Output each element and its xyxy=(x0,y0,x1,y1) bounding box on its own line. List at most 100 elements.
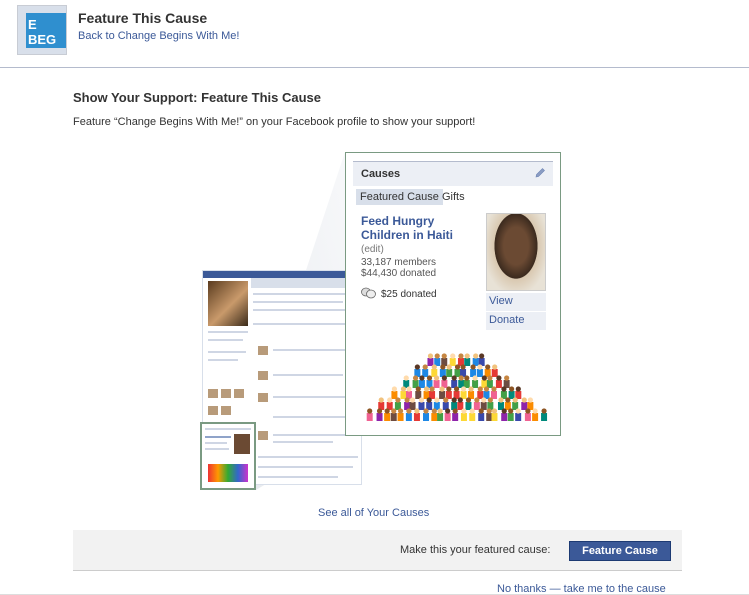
crowd-figure-head xyxy=(521,397,527,403)
crowd-figure-head xyxy=(441,353,447,359)
preview-line xyxy=(273,374,343,376)
crowd-figure-head xyxy=(384,408,390,414)
crowd-figure-head xyxy=(460,364,466,370)
crowd-figure-head xyxy=(404,397,410,403)
crowd-figure-body xyxy=(449,358,456,366)
crowd-figure-head xyxy=(512,397,518,403)
cause-name-link[interactable]: Feed Hungry Children in Haiti xyxy=(361,214,479,242)
crowd-figure-head xyxy=(376,408,383,414)
crowd-figure-head xyxy=(431,408,437,414)
crowd-figure-head xyxy=(477,386,483,392)
crowd-figure-head xyxy=(423,408,429,414)
crowd-figure-body xyxy=(439,391,446,399)
preview-line xyxy=(258,466,353,468)
crowd-figure-head xyxy=(491,408,498,414)
preview-line xyxy=(208,331,248,333)
crowd-figure-head xyxy=(498,397,504,403)
preview-line xyxy=(258,456,358,458)
crowd-figure-head xyxy=(473,353,479,359)
preview-line xyxy=(208,339,243,341)
crowd-figure-head xyxy=(486,408,492,414)
preview-thumb xyxy=(208,464,248,482)
crowd-figure-body xyxy=(507,413,514,421)
crowd-figure-head xyxy=(458,375,464,381)
donate-link[interactable]: Donate xyxy=(486,312,546,331)
edit-link[interactable]: (edit) xyxy=(361,244,384,255)
preview-thumb xyxy=(208,389,218,398)
crowd-figure-head xyxy=(509,386,515,392)
crowd-figure-body xyxy=(501,413,508,421)
see-all-causes-link[interactable]: See all of Your Causes xyxy=(318,507,429,519)
preview-line xyxy=(205,442,227,444)
crowd-figure-head xyxy=(501,408,507,414)
crowd-figure-body xyxy=(390,413,397,421)
crowd-figure-head xyxy=(487,397,493,403)
crowd-figure-head xyxy=(458,353,464,359)
preview-line xyxy=(208,351,246,353)
crowd-figure-head xyxy=(478,408,484,414)
preview-line xyxy=(273,349,353,351)
crowd-figure-head xyxy=(422,364,428,370)
crowd-figure-head xyxy=(481,397,487,403)
crowd-figure-head xyxy=(492,364,498,370)
crowd-figure-head xyxy=(460,386,467,392)
crowd-figure-body xyxy=(491,369,498,377)
crowd-figure-body xyxy=(541,413,548,421)
tab-featured-cause[interactable]: Featured Cause xyxy=(356,189,443,205)
crowd-figure-body xyxy=(400,391,407,399)
crowd-illustration xyxy=(366,353,548,421)
crowd-figure-body xyxy=(460,413,467,421)
preview-thumb xyxy=(234,434,250,454)
crowd-figure-head xyxy=(527,397,533,403)
crowd-figure-head xyxy=(414,408,420,414)
crowd-figure-body xyxy=(508,391,515,399)
crowd-figure-head xyxy=(403,375,409,381)
preview-profile-photo xyxy=(208,281,248,326)
crowd-figure-head xyxy=(406,386,412,392)
crowd-figure-body xyxy=(490,391,497,399)
crowd-figure-body xyxy=(521,402,528,410)
causes-box-header: Causes xyxy=(353,161,553,186)
crowd-figure-head xyxy=(525,408,531,414)
crowd-figure-body xyxy=(405,413,412,421)
crowd-figure-head xyxy=(434,397,440,403)
crowd-figure-body xyxy=(515,413,522,421)
feature-cause-button[interactable]: Feature Cause xyxy=(569,541,671,561)
crowd-figure-body xyxy=(465,402,472,410)
crowd-figure-body xyxy=(409,402,416,410)
crowd-figure-head xyxy=(479,353,485,359)
crowd-figure-head xyxy=(461,408,467,414)
crowd-figure-body xyxy=(532,413,539,421)
crowd-figure-head xyxy=(406,408,412,414)
crowd-figure-body xyxy=(486,413,493,421)
crowd-figure-head xyxy=(451,397,457,403)
preview-line xyxy=(205,428,251,430)
crowd-figure-body xyxy=(476,369,483,377)
crowd-figure-head xyxy=(378,397,384,403)
view-link[interactable]: View xyxy=(486,293,546,312)
crowd-figure-head xyxy=(468,386,474,392)
crowd-figure-head xyxy=(400,386,407,392)
cause-photo xyxy=(486,213,546,291)
preview-line xyxy=(205,448,229,450)
tab-gifts[interactable]: Gifts xyxy=(442,191,465,203)
preview-line xyxy=(208,359,238,361)
crowd-figure-head xyxy=(452,408,458,414)
crowd-figure-head xyxy=(450,353,456,359)
crowd-figure-head xyxy=(414,364,420,370)
crowd-figure-body xyxy=(491,413,498,421)
crowd-figure-body xyxy=(427,358,434,366)
crowd-figure-head xyxy=(477,364,483,370)
crowd-figure-head xyxy=(445,408,451,414)
crowd-figure-head xyxy=(412,375,419,381)
crowd-figure-head xyxy=(437,408,443,414)
pencil-icon[interactable] xyxy=(534,167,546,179)
preview-line xyxy=(258,476,338,478)
crowd-figure-body xyxy=(418,380,425,388)
crowd-figure-head xyxy=(439,386,445,392)
crowd-figure-head xyxy=(481,375,487,381)
crowd-figure-head xyxy=(426,397,432,403)
preview-line xyxy=(253,309,358,311)
crowd-figure-head xyxy=(446,364,452,370)
crowd-figure-head xyxy=(415,386,421,392)
